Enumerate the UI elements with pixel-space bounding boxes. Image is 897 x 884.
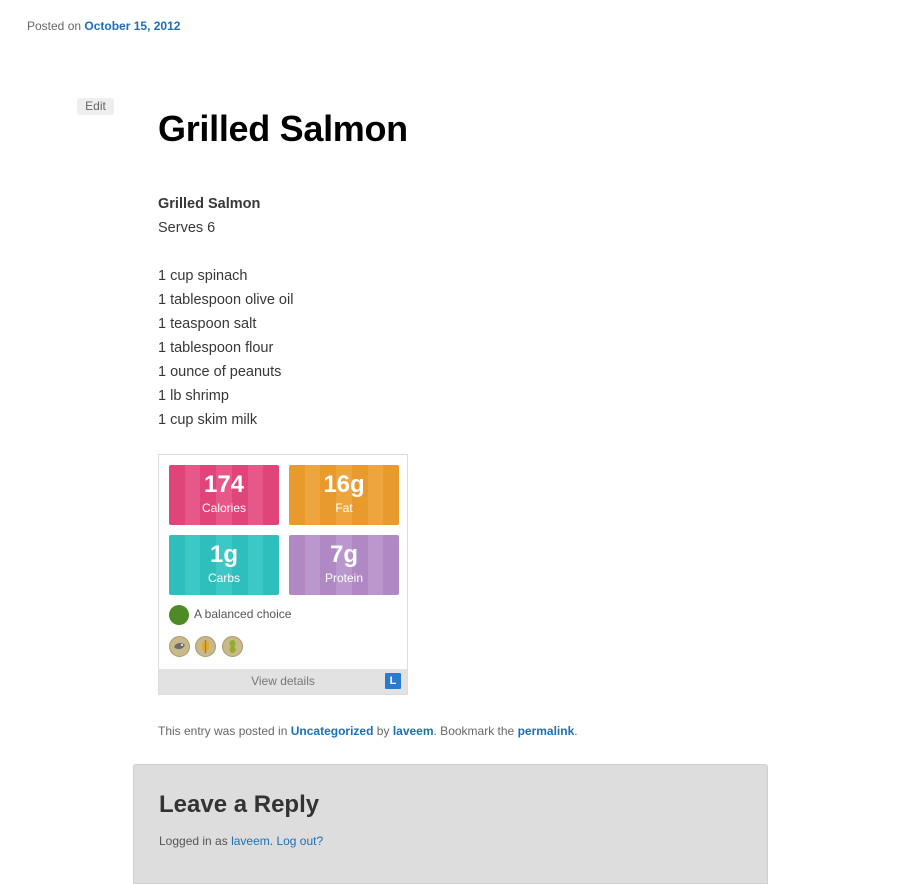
balanced-text: A balanced choice bbox=[194, 607, 292, 622]
user-link[interactable]: laveem bbox=[231, 834, 270, 848]
meta-by: by bbox=[376, 724, 390, 738]
fish-badge-icon[interactable] bbox=[169, 636, 190, 657]
reply-title: Leave a Reply bbox=[159, 791, 320, 818]
category-link[interactable]: Uncategorized bbox=[291, 724, 374, 738]
peanut-badge-icon[interactable] bbox=[221, 636, 243, 657]
view-details-bar[interactable]: View details L bbox=[159, 669, 407, 694]
meta-bookmark: . Bookmark the bbox=[433, 724, 515, 738]
balanced-dot-icon bbox=[169, 605, 189, 625]
post-title: Grilled Salmon bbox=[158, 108, 408, 149]
edit-button[interactable]: Edit bbox=[77, 98, 114, 115]
posted-on: Posted on October 15, 2012 bbox=[27, 19, 180, 33]
tile-label: Carbs bbox=[207, 571, 240, 585]
badge-icons bbox=[169, 636, 244, 662]
ingredient-item: 1 teaspoon salt bbox=[158, 316, 257, 332]
logout-link[interactable]: Log out? bbox=[276, 834, 323, 848]
tile-value: 7g bbox=[329, 541, 358, 568]
ingredient-item: 1 tablespoon olive oil bbox=[158, 292, 294, 308]
ingredient-item: 1 ounce of peanuts bbox=[158, 364, 282, 380]
tile-label: Fat bbox=[335, 501, 353, 515]
recipe-name: Grilled Salmon bbox=[158, 196, 261, 212]
logged-prefix: Logged in as bbox=[159, 834, 228, 848]
balanced-indicator: A balanced choice bbox=[169, 605, 291, 625]
ingredient-item: 1 lb shrimp bbox=[158, 388, 229, 404]
brand-logo-icon[interactable]: L bbox=[385, 673, 401, 689]
posted-prefix: Posted on bbox=[27, 19, 82, 33]
reply-section: Leave a Reply Logged in as laveem. Log o… bbox=[133, 764, 768, 884]
wheat-badge-icon[interactable] bbox=[195, 636, 217, 657]
meta-prefix: This entry was posted in bbox=[158, 724, 288, 738]
calories-tile[interactable]: 174 Calories bbox=[169, 465, 279, 525]
tile-label: Protein bbox=[324, 571, 364, 585]
view-details-link[interactable]: View details bbox=[251, 674, 315, 688]
author-link[interactable]: laveem bbox=[393, 724, 434, 738]
entry-meta: This entry was posted in Uncategorized b… bbox=[158, 724, 578, 738]
ingredient-item: 1 tablespoon flour bbox=[158, 340, 274, 356]
ingredient-item: 1 cup skim milk bbox=[158, 412, 258, 428]
tile-value: 1g bbox=[209, 541, 238, 568]
tile-value: 16g bbox=[323, 471, 365, 498]
recipe-serves: Serves 6 bbox=[158, 220, 216, 236]
protein-tile[interactable]: 7g Protein bbox=[289, 535, 399, 595]
logged-in-line: Logged in as laveem. Log out? bbox=[159, 834, 324, 848]
meta-end: . bbox=[574, 724, 578, 738]
tile-value: 174 bbox=[203, 471, 245, 498]
carbs-tile[interactable]: 1g Carbs bbox=[169, 535, 279, 595]
ingredient-list: 1 cup spinach 1 tablespoon olive oil 1 t… bbox=[158, 264, 293, 432]
fat-tile[interactable]: 16g Fat bbox=[289, 465, 399, 525]
ingredient-item: 1 cup spinach bbox=[158, 268, 248, 284]
permalink-link[interactable]: permalink bbox=[518, 724, 575, 738]
recipe-block: Grilled Salmon Serves 6 1 cup spinach 1 … bbox=[158, 192, 293, 432]
nutrition-widget: 174 Calories 16g Fat 1g Carbs 7g Protein… bbox=[158, 454, 408, 695]
post-date-link[interactable]: October 15, 2012 bbox=[84, 19, 180, 33]
tile-label: Calories bbox=[201, 501, 246, 515]
